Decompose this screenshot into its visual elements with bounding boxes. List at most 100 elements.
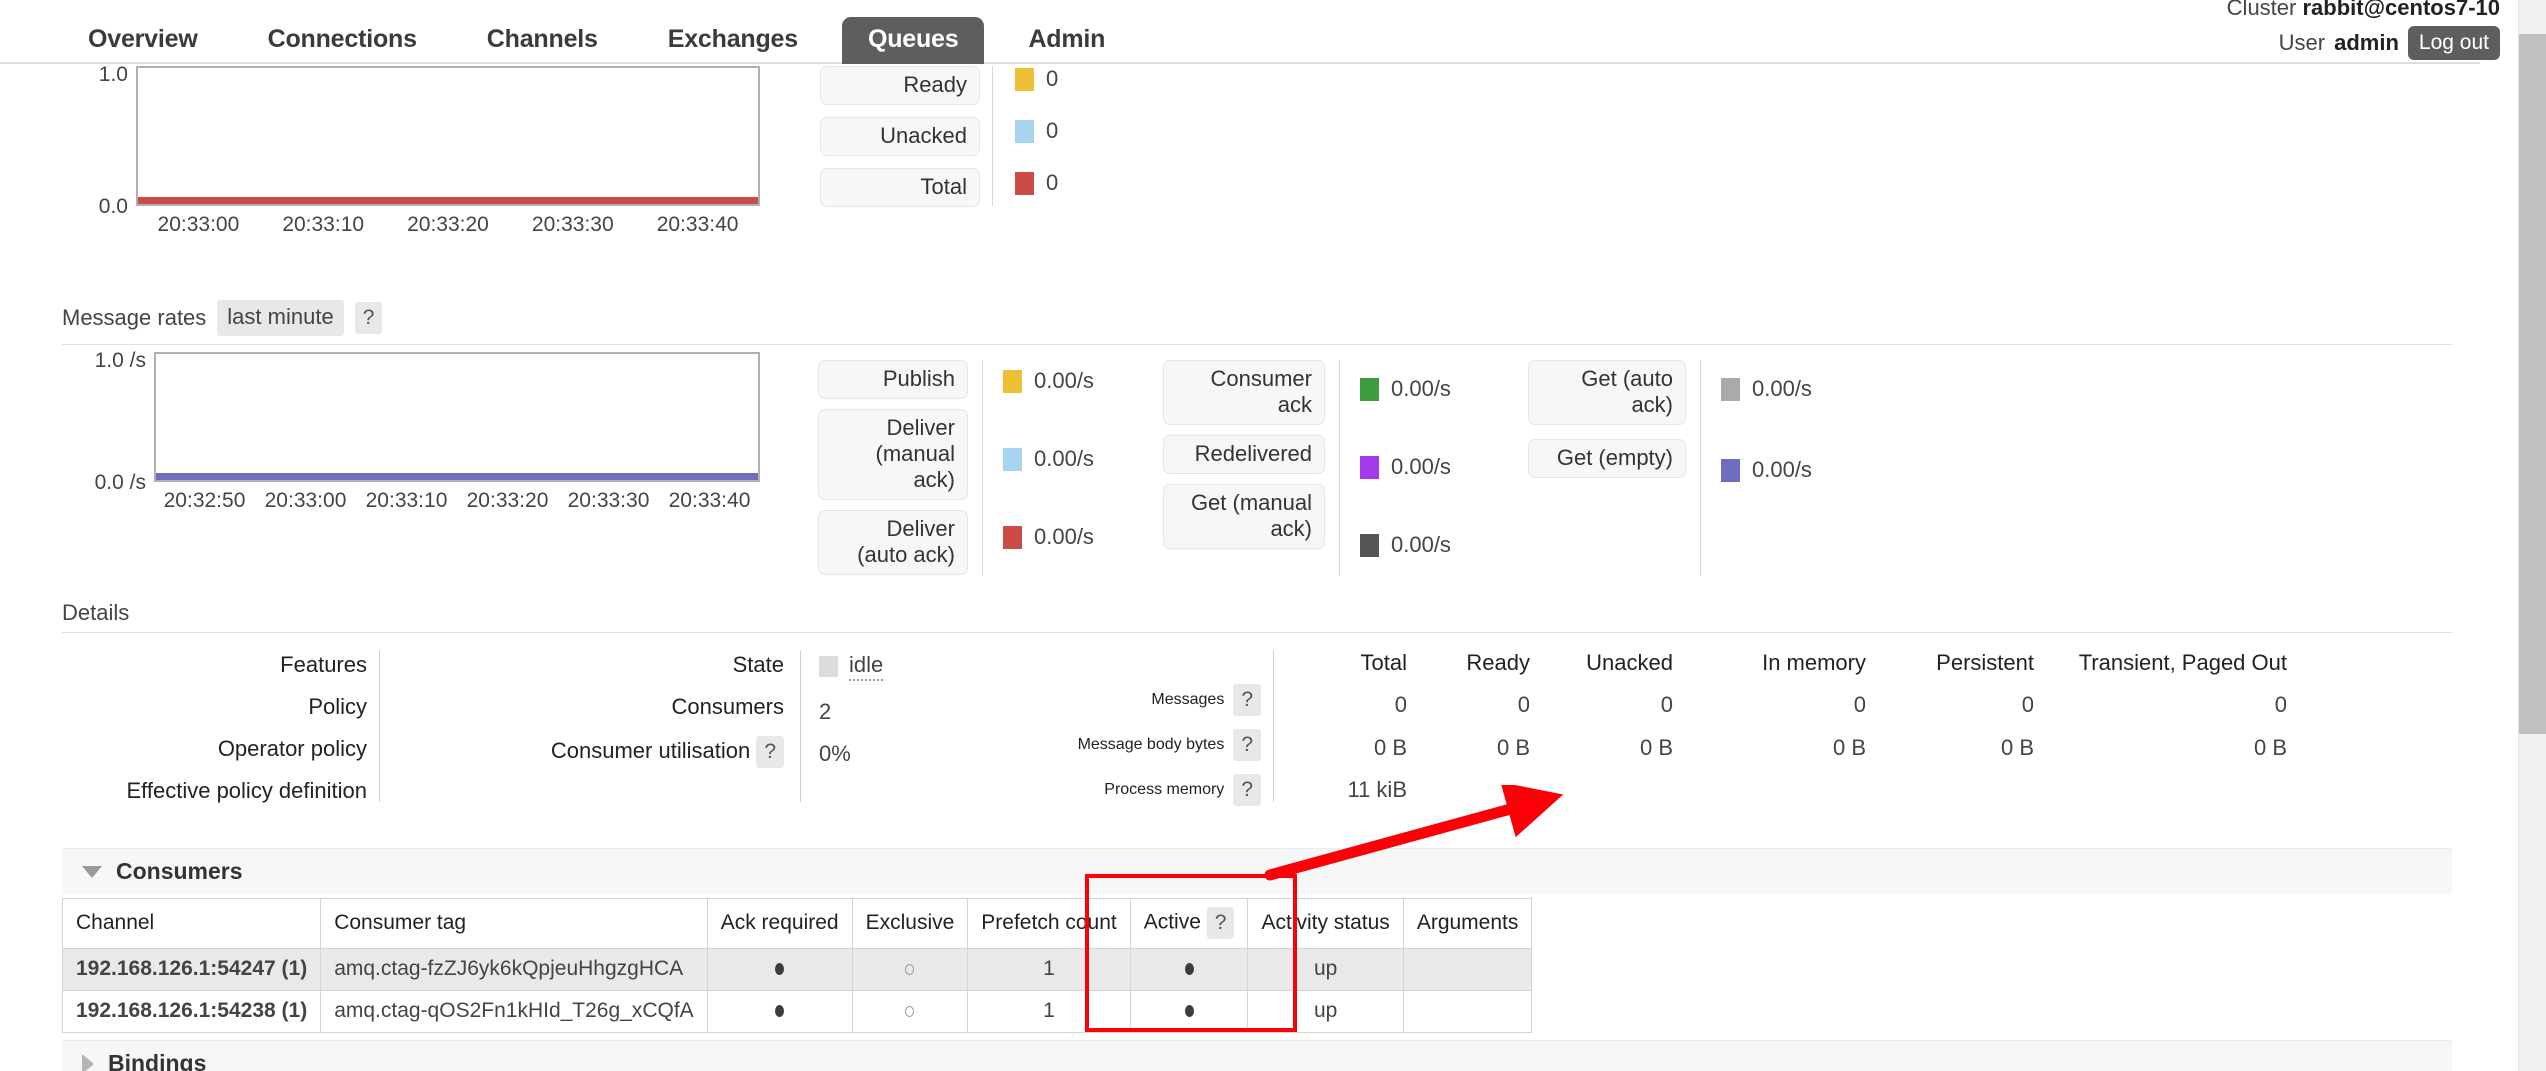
table-row[interactable]: 192.168.126.1:54247 (1) amq.ctag-fzZJ6yk6… xyxy=(61,948,1533,991)
rates-col1-pill-1[interactable]: Deliver (manual ack) xyxy=(818,408,968,500)
messages-cell-r1-c4: 0 B xyxy=(2000,734,2034,760)
consumers-column-header-prefetch-count[interactable]: Prefetch count xyxy=(967,898,1131,949)
empty-dot-icon xyxy=(905,964,915,975)
details-label-0: Features xyxy=(280,652,367,677)
x-tick-0: 20:32:50 xyxy=(163,489,246,512)
consumers-column-header-arguments[interactable]: Arguments xyxy=(1402,898,1533,949)
x-tick-1: 20:33:10 xyxy=(282,213,365,236)
queued-legend-value-2: 0 xyxy=(1015,170,1058,196)
nav-tab-connections[interactable]: Connections xyxy=(242,17,443,64)
x-tick-0: 20:33:00 xyxy=(157,213,240,236)
legend-divider-2 xyxy=(1339,360,1340,576)
queued-chart-x-axis: 20:33:00 20:33:10 20:33:20 20:33:30 20:33:40 xyxy=(136,213,760,237)
rates-col2-value-2: 0.00/s xyxy=(1360,532,1528,558)
queued-legend-pill-1[interactable]: Unacked xyxy=(820,116,980,156)
filled-dot-icon xyxy=(1184,963,1194,975)
rates-col3-pill-0[interactable]: Get (auto ack) xyxy=(1528,360,1686,425)
consumers-section-header[interactable]: Consumers xyxy=(62,848,2452,894)
nav-tab-queues[interactable]: Queues xyxy=(841,17,985,64)
chevron-down-icon[interactable] xyxy=(82,865,102,878)
queued-legend-value-0: 0 xyxy=(1015,66,1058,92)
messages-row-help-icon-2[interactable]: ? xyxy=(1233,774,1261,806)
consumers-column-header-channel[interactable]: Channel xyxy=(61,898,322,949)
vertical-scrollbar-thumb[interactable] xyxy=(2519,34,2546,734)
consumer-active xyxy=(1129,990,1249,1033)
y-tick-top: 1.0 xyxy=(98,63,128,86)
queued-legend-value-text-2: 0 xyxy=(1046,170,1059,195)
chevron-right-icon[interactable] xyxy=(82,1053,94,1071)
table-row[interactable]: 192.168.126.1:54238 (1) amq.ctag-qOS2Fn1k… xyxy=(61,990,1533,1033)
consumer-activity-status: up xyxy=(1247,990,1404,1033)
messages-cell-r2-c2 xyxy=(1548,777,1673,806)
consumers-section-title: Consumers xyxy=(116,858,243,884)
nav-tab-admin[interactable]: Admin xyxy=(1002,17,1131,64)
consumer-channel[interactable]: 192.168.126.1:54238 (1) xyxy=(61,990,322,1033)
nav-tab-exchanges[interactable]: Exchanges xyxy=(642,17,824,64)
rates-col2-pill-0[interactable]: Consumer ack xyxy=(1163,360,1325,425)
message-rates-help-icon[interactable]: ? xyxy=(354,302,383,334)
message-rates-chart: 1.0 /s 0.0 /s 20:32:50 20:33:00 20:33:10 20… xyxy=(62,349,760,513)
messages-row-labels: Messages? Message body bytes? Process memo… xyxy=(971,650,1261,806)
queued-legend-pill-2[interactable]: Total xyxy=(820,167,980,207)
rates-col2-value-1: 0.00/s xyxy=(1360,454,1528,480)
rates-col2-value-text-1: 0.00/s xyxy=(1391,454,1451,479)
rates-legend-col3-labels: Get (auto ack) Get (empty) xyxy=(1528,360,1686,576)
messages-row-help-icon-0[interactable]: ? xyxy=(1233,684,1261,716)
rates-col1-value-text-2: 0.00/s xyxy=(1034,524,1094,549)
x-tick-3: 20:33:20 xyxy=(466,489,549,512)
queued-chart-y-axis: 1.0 0.0 xyxy=(62,63,136,218)
queued-chart-plot xyxy=(136,66,760,206)
consumer-channel[interactable]: 192.168.126.1:54247 (1) xyxy=(61,948,322,991)
messages-row-label-0: Messages? xyxy=(1151,684,1261,716)
nav-tab-list: Overview Connections Channels Exchanges Queu… xyxy=(0,12,2480,64)
messages-matrix: Total Ready Unacked In memory Persistent Tran… xyxy=(1274,650,2287,806)
rates-col1-pill-2[interactable]: Deliver (auto ack) xyxy=(818,509,968,575)
details-mid-values: idle 2 0% xyxy=(801,650,971,802)
messages-cell-r0-c2: 0 xyxy=(1660,692,1673,718)
details-mid-label-1: Consumers xyxy=(671,694,784,719)
queued-legend-pill-0[interactable]: Ready xyxy=(820,66,980,105)
messages-column-header-5: Transient, Paged Out xyxy=(2078,650,2287,675)
messages-row-label-2: Process memory? xyxy=(1104,774,1261,806)
consumers-column-header-activity-status[interactable]: Activity status xyxy=(1247,898,1404,949)
bindings-section-header[interactable]: Bindings xyxy=(62,1040,2452,1071)
details-mid-help-icon-2[interactable]: ? xyxy=(756,736,784,768)
rates-col2-pill-1[interactable]: Redelivered xyxy=(1163,434,1325,474)
nav-tab-channels[interactable]: Channels xyxy=(461,17,624,64)
rates-col3-value-text-0: 0.00/s xyxy=(1752,376,1812,401)
consumers-column-header-consumer-tag[interactable]: Consumer tag xyxy=(320,898,708,949)
filled-dot-icon xyxy=(1184,1005,1194,1017)
consumers-column-header-exclusive[interactable]: Exclusive xyxy=(851,898,969,949)
filled-dot-icon xyxy=(775,1005,785,1017)
rates-col1-value-1: 0.00/s xyxy=(1003,446,1163,472)
x-tick-5: 20:33:40 xyxy=(668,489,751,512)
nav-tab-overview[interactable]: Overview xyxy=(62,17,224,64)
queued-legend-labels: Ready Unacked Total xyxy=(820,66,980,207)
messages-row-help-icon-1[interactable]: ? xyxy=(1233,729,1261,761)
messages-cell-r0-c3: 0 xyxy=(1853,692,1866,718)
vertical-scrollbar-track[interactable] xyxy=(2518,0,2546,1071)
x-tick-3: 20:33:30 xyxy=(531,213,614,236)
x-tick-1: 20:33:00 xyxy=(264,489,347,512)
consumers-active-help-icon[interactable]: ? xyxy=(1206,907,1235,939)
queued-legend-swatch-1 xyxy=(1015,119,1034,143)
main-navigation: Overview Connections Channels Exchanges Queu… xyxy=(0,12,2480,64)
rates-col3-pill-1[interactable]: Get (empty) xyxy=(1528,438,1686,478)
rates-col2-pill-2[interactable]: Get (manual ack) xyxy=(1163,483,1325,549)
rates-col1-swatch-2 xyxy=(1003,525,1022,549)
message-rates-period-chip[interactable]: last minute xyxy=(217,300,344,336)
consumer-ack-required xyxy=(706,948,853,991)
details-label-3: Effective policy definition xyxy=(126,778,367,803)
message-rates-legend: Publish Deliver (manual ack) Deliver (auto… xyxy=(818,360,1812,576)
details-messages-block: Messages? Message body bytes? Process memo… xyxy=(971,650,2287,806)
messages-column-header-2: Unacked xyxy=(1586,650,1673,675)
state-swatch xyxy=(819,656,838,677)
consumers-column-header-active[interactable]: Active ? xyxy=(1129,898,1249,949)
consumers-column-header-ack-required[interactable]: Ack required xyxy=(706,898,853,949)
consumer-prefetch-count: 1 xyxy=(967,990,1131,1033)
rabbitmq-management-page: Cluster rabbit@centos7-10 User admin Log… xyxy=(0,0,2546,1071)
consumers-table: Channel Consumer tag Ack required Exclusive… xyxy=(61,898,1533,1033)
rates-col1-pill-0[interactable]: Publish xyxy=(818,360,968,399)
rates-col1-value-2: 0.00/s xyxy=(1003,524,1163,550)
consumer-exclusive xyxy=(851,990,969,1033)
